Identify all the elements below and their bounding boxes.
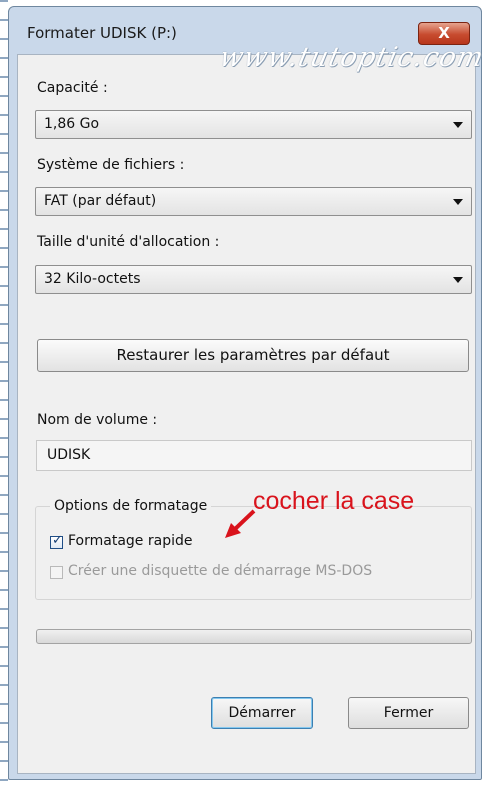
allocation-select[interactable]: 32 Kilo-octets (35, 265, 472, 294)
restore-defaults-button[interactable]: Restaurer les paramètres par défaut (37, 339, 469, 372)
volume-name-input[interactable]: UDISK (36, 440, 472, 471)
chevron-down-icon (453, 199, 463, 205)
filesystem-select[interactable]: FAT (par défaut) (35, 187, 472, 216)
annotation-arrow-icon (225, 509, 256, 538)
format-options-title: Options de formatage (50, 498, 212, 514)
quick-format-label[interactable]: Formatage rapide (68, 533, 192, 549)
capacity-value: 1,86 Go (44, 116, 100, 132)
volume-name-value: UDISK (47, 447, 91, 463)
capacity-select[interactable]: 1,86 Go (35, 110, 472, 139)
allocation-label: Taille d'unité d'allocation : (37, 234, 220, 250)
watermark: www.tutoptic.com (216, 42, 487, 73)
capacity-label: Capacité : (37, 80, 108, 96)
annotation-text: cocher la case (253, 487, 415, 515)
allocation-value: 32 Kilo-octets (44, 271, 141, 287)
close-dialog-button[interactable]: Fermer (348, 697, 469, 729)
msdos-boot-disk-checkbox[interactable] (50, 566, 63, 579)
filesystem-value: FAT (par défaut) (44, 193, 157, 209)
close-icon: X (438, 24, 450, 42)
start-button[interactable]: Démarrer (211, 697, 313, 729)
chevron-down-icon (453, 122, 463, 128)
filesystem-label: Système de fichiers : (37, 157, 185, 173)
chevron-down-icon (453, 277, 463, 283)
quick-format-checkbox[interactable]: ✓ (50, 533, 63, 549)
check-icon: ✓ (52, 533, 63, 548)
format-progress-bar (36, 629, 472, 644)
background-edge (0, 0, 8, 789)
volume-label: Nom de volume : (37, 412, 158, 428)
msdos-boot-disk-label[interactable]: Créer une disquette de démarrage MS-DOS (68, 563, 372, 579)
window-title: Formater UDISK (P:) (27, 24, 177, 42)
